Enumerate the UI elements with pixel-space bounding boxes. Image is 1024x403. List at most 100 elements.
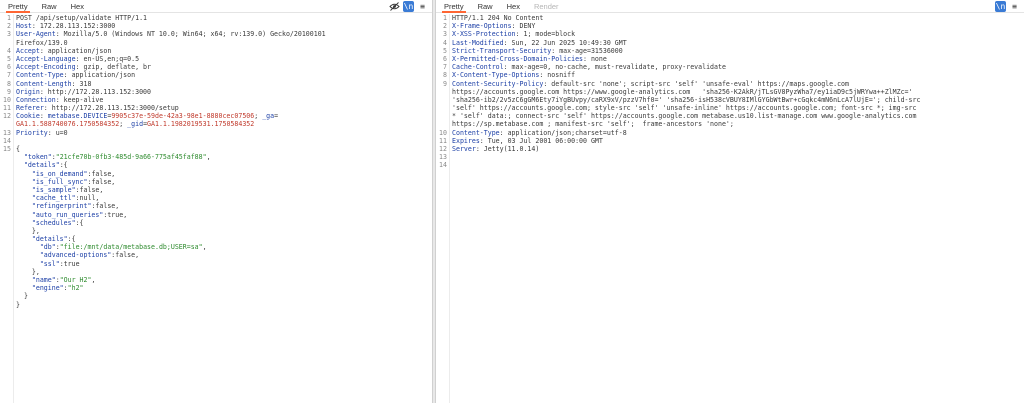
line-number: 14 [3,136,11,145]
response-code-line: 11 Expires: Tue, 03 Jul 2001 06:00:00 GMT [436,137,1024,145]
line-text: Content-Type: application/json;charset=u… [452,128,627,137]
line-text: POST /api/setup/validate HTTP/1.1 [16,14,148,22]
request-tab-hex[interactable]: Hex [71,0,84,13]
request-code-line: 3 User-Agent: Mozilla/5.0 (Windows NT 10.… [0,30,432,38]
request-pane: Pretty Raw Hex \n ≡ 1 POST /api/setup/val… [0,0,432,403]
line-text: Connection: keep-alive [16,95,104,104]
line-number: 12 [3,112,11,121]
response-pane: Pretty Raw Hex Render \n ≡ 1 HTTP/1.1 204… [436,0,1024,403]
line-number: 6 [443,54,447,63]
line-text: X-Frame-Options: DENY [452,22,536,31]
line-number: 2 [7,22,11,31]
line-text: 'self' https://accounts.google.com; styl… [452,104,917,113]
hide-icon[interactable] [389,1,400,12]
line-text: } [16,300,20,309]
request-code-line: 8 Content-Length: 318 [0,80,432,88]
request-code-line: 10 Connection: keep-alive [0,96,432,104]
request-code-line: "is_full_sync":false, [0,178,432,186]
request-code-line: "db":"file:/mnt/data/metabase.db;USER=sa… [0,243,432,251]
line-text: 'sha256-ib2/2v5zC6gGM6Ety7iYgBUvpy/caRX9… [452,95,921,104]
line-number: 9 [7,87,11,96]
response-code-line: 5 Strict-Transport-Security: max-age=3153… [436,47,1024,55]
line-number: 11 [3,104,11,113]
response-tab-raw[interactable]: Raw [478,0,493,13]
line-text: "auto_run_queries":true, [31,210,128,219]
line-text: "is_on_demand":false, [31,169,116,178]
response-newline-icon[interactable]: \n [995,1,1006,12]
request-code-line: "ssl":true [0,260,432,268]
line-text: "token":"21cfe70b-0fb3-485d-9a66-775af45… [23,153,211,162]
request-editor[interactable]: 1 POST /api/setup/validate HTTP/1.1 2 Host:… [0,14,432,403]
response-code-line: 2 X-Frame-Options: DENY [436,22,1024,30]
request-code-line: 13 Priority: u=0 [0,129,432,137]
response-tools: \n ≡ [995,1,1020,12]
line-number: 4 [443,38,447,47]
response-lines: 1 HTTP/1.1 204 No Content 2 X-Frame-Options… [436,14,1024,170]
request-code-line: "details":{ [0,235,432,243]
line-number: 3 [443,30,447,39]
request-tab-raw[interactable]: Raw [42,0,57,13]
response-code-line: 3 X-XSS-Protection: 1; mode=block [436,30,1024,38]
request-code-line: "cache_ttl":null, [0,194,432,202]
request-code-line: "token":"21cfe70b-0fb3-485d-9a66-775af45… [0,153,432,161]
line-text: }, [16,267,40,276]
line-number: 14 [439,161,447,170]
request-code-line: "refingerprint":false, [0,202,432,210]
request-code-line: 9 Origin: http://172.28.113.152:3000 [0,88,432,96]
request-lines: 1 POST /api/setup/validate HTTP/1.1 2 Host:… [0,14,432,309]
line-text: { [16,145,20,153]
line-text: Last-Modified: Sun, 22 Jun 2025 10:49:30… [452,38,627,47]
line-text: https://accounts.google.com https://www.… [452,87,913,96]
response-code-line: 1 HTTP/1.1 204 No Content [436,14,1024,22]
line-number: 10 [3,95,11,104]
line-text: "is_full_sync":false, [31,177,116,186]
line-number: 15 [3,145,11,153]
line-text: Origin: http://172.28.113.152:3000 [16,87,151,96]
line-number: 12 [439,145,447,153]
line-number: 13 [439,153,447,162]
line-number: 5 [443,46,447,55]
newline-icon[interactable]: \n [403,1,414,12]
request-code-line: } [0,301,432,309]
line-number: 1 [7,14,11,22]
request-code-line: 11 Referer: http://172.28.113.152:3000/se… [0,104,432,112]
response-tab-hex[interactable]: Hex [507,0,520,13]
response-tab-pretty[interactable]: Pretty [442,0,466,13]
response-toolbar: Pretty Raw Hex Render \n ≡ [436,0,1024,13]
line-number: 5 [7,54,11,63]
menu-icon[interactable]: ≡ [417,1,428,12]
line-text: "refingerprint":false, [31,202,120,211]
response-menu-icon[interactable]: ≡ [1009,1,1020,12]
response-code-line: https://accounts.google.com https://www.… [436,88,1024,96]
line-text: "is_sample":false, [31,185,104,194]
line-number: 4 [7,46,11,55]
line-text: "schedules":{ [31,218,84,227]
line-text: "cache_ttl":null, [31,194,100,203]
line-number: 2 [443,22,447,31]
line-number: 11 [439,136,447,145]
line-text: * 'self' data:; connect-src 'self' https… [452,112,917,121]
request-code-line: "engine":"h2" [0,284,432,292]
response-code-line: 14 [436,161,1024,169]
request-code-line: 2 Host: 172.28.113.152:3000 [0,22,432,30]
line-text: Expires: Tue, 03 Jul 2001 06:00:00 GMT [452,136,603,145]
line-text: Cookie: metabase.DEVICE=9905c37e-59de-42… [16,112,279,121]
line-text: Strict-Transport-Security: max-age=31536… [452,46,623,55]
response-code-line: 4 Last-Modified: Sun, 22 Jun 2025 10:49:3… [436,39,1024,47]
line-text: User-Agent: Mozilla/5.0 (Windows NT 10.0… [16,30,326,39]
request-tab-pretty[interactable]: Pretty [6,0,30,13]
line-text: "details":{ [23,161,68,170]
response-editor[interactable]: 1 HTTP/1.1 204 No Content 2 X-Frame-Options… [436,14,1024,403]
response-code-line: 9 Content-Security-Policy: default-src 'n… [436,80,1024,88]
request-toolbar: Pretty Raw Hex \n ≡ [0,0,432,13]
request-code-line: 4 Accept: application/json [0,47,432,55]
line-text: Firefox/139.0 [16,38,68,47]
request-code-line: 14 [0,137,432,145]
line-text: https://sp.metabase.com ; manifest-src '… [452,120,734,129]
request-code-line: 1 POST /api/setup/validate HTTP/1.1 [0,14,432,22]
line-number: 8 [7,79,11,88]
line-text: GA1.1.588740076.1750584352; _gid=GA1.1.1… [16,120,255,129]
response-code-line: https://sp.metabase.com ; manifest-src '… [436,120,1024,128]
request-code-line: }, [0,268,432,276]
line-text: }, [16,226,40,235]
